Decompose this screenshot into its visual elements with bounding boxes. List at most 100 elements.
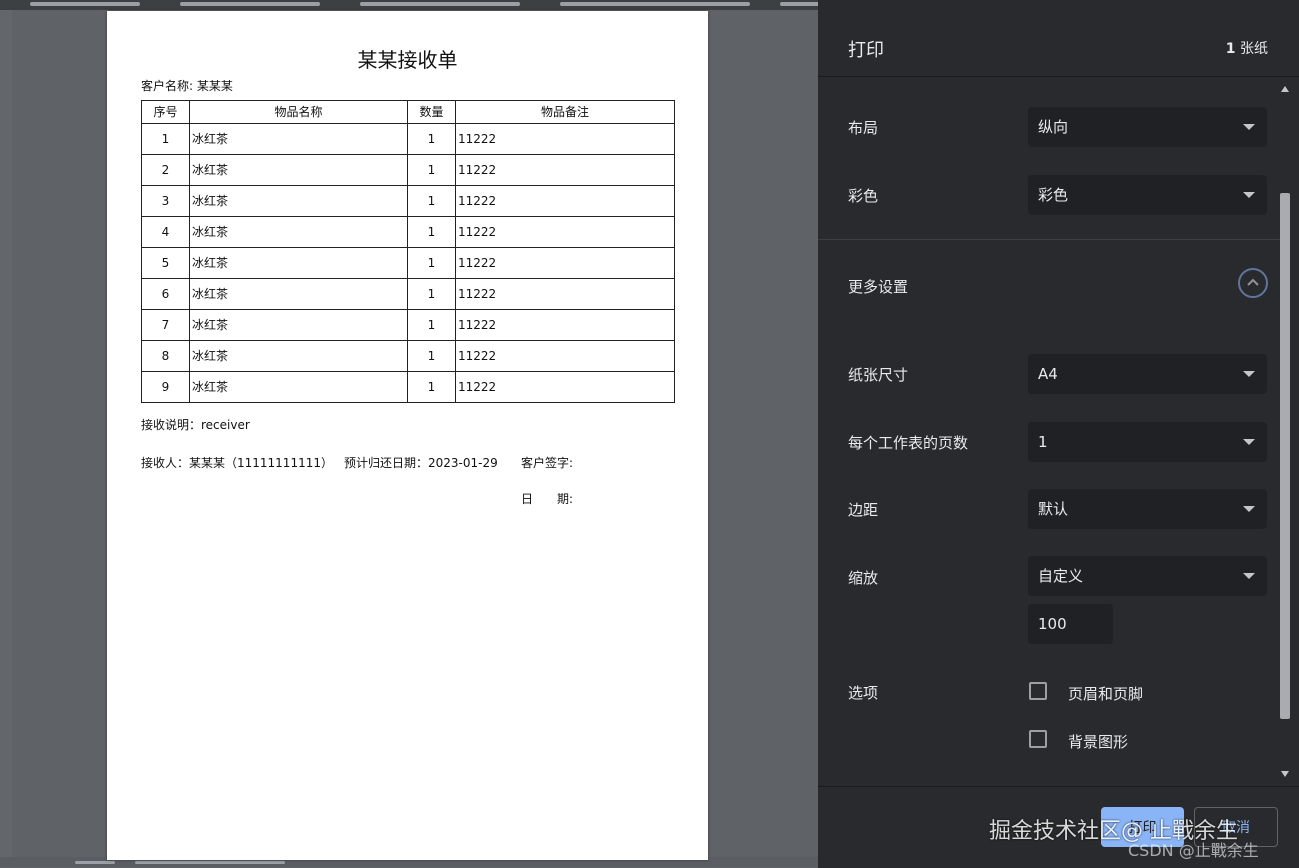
table-row: 5 冰红茶 1 11222 [141, 247, 675, 279]
table-row: 6 冰红茶 1 11222 [141, 278, 675, 310]
cell-item-name: 冰红茶 [189, 309, 408, 341]
dropdown-arrow-icon [1243, 192, 1255, 198]
table-row: 1 冰红茶 1 11222 [141, 123, 675, 155]
dropdown-arrow-icon [1243, 573, 1255, 579]
options-label: 选项 [848, 684, 879, 702]
cell-quantity: 1 [407, 340, 456, 372]
table-row: 4 冰红茶 1 11222 [141, 216, 675, 248]
paper-size-value: A4 [1038, 365, 1058, 383]
cell-index: 8 [141, 340, 190, 372]
cell-remark: 11222 [455, 278, 675, 310]
cell-item-name: 冰红茶 [189, 123, 408, 155]
pages-per-sheet-label: 每个工作表的页数 [848, 434, 969, 452]
dropdown-arrow-icon [1243, 506, 1255, 512]
scrollbar-thumb[interactable] [1280, 193, 1290, 719]
cell-index: 5 [141, 247, 190, 279]
dropdown-arrow-icon [1243, 371, 1255, 377]
more-settings-label[interactable]: 更多设置 [848, 276, 908, 297]
due-date: 预计归还日期：2023-01-29 [344, 456, 498, 470]
header-remark: 物品备注 [455, 100, 675, 124]
customer-signature-label: 客户签字: [521, 456, 574, 470]
scroll-down-arrow-icon[interactable] [1281, 771, 1289, 777]
cell-quantity: 1 [407, 309, 456, 341]
cell-item-name: 冰红茶 [189, 247, 408, 279]
cell-quantity: 1 [407, 247, 456, 279]
chevron-up-icon [1247, 278, 1259, 286]
table-header-row: 序号 物品名称 数量 物品备注 [141, 100, 675, 124]
layout-select[interactable]: 纵向 [1028, 107, 1267, 147]
background-graphics-checkbox[interactable] [1029, 730, 1047, 748]
cell-quantity: 1 [407, 216, 456, 248]
cell-quantity: 1 [407, 278, 456, 310]
cell-quantity: 1 [407, 185, 456, 217]
cell-index: 1 [141, 123, 190, 155]
scale-value: 自定义 [1038, 567, 1084, 585]
scale-select[interactable]: 自定义 [1028, 556, 1267, 596]
more-settings-toggle[interactable] [1238, 268, 1268, 298]
headers-footers-label[interactable]: 页眉和页脚 [1068, 683, 1143, 704]
customer-name: 客户名称: 某某某 [141, 79, 233, 93]
section-divider [818, 239, 1280, 240]
sheet-count-number: 1 [1225, 41, 1236, 57]
paper-size-select[interactable]: A4 [1028, 354, 1267, 394]
color-value: 彩色 [1038, 186, 1069, 204]
table-row: 9 冰红茶 1 11222 [141, 371, 675, 403]
settings-scrollbar[interactable] [1278, 80, 1292, 785]
table-row: 8 冰红茶 1 11222 [141, 340, 675, 372]
background-graphics-label[interactable]: 背景图形 [1068, 731, 1128, 752]
pages-per-sheet-value: 1 [1038, 433, 1048, 451]
headers-footers-checkbox[interactable] [1029, 682, 1047, 700]
table-row: 7 冰红茶 1 11222 [141, 309, 675, 341]
layout-label: 布局 [848, 119, 879, 137]
print-settings-panel: 打印 1 张纸 布局 纵向 彩色 彩色 更多设置 纸张尺寸 A4 每个工作表的页… [818, 0, 1299, 868]
color-select[interactable]: 彩色 [1028, 175, 1267, 215]
scroll-up-arrow-icon[interactable] [1281, 86, 1289, 92]
scale-input[interactable]: 100 [1028, 604, 1113, 644]
cell-index: 9 [141, 371, 190, 403]
cell-index: 6 [141, 278, 190, 310]
cell-quantity: 1 [407, 154, 456, 186]
cell-remark: 11222 [455, 340, 675, 372]
sheet-count: 1 张纸 [1226, 38, 1268, 58]
receive-note: 接收说明：receiver [141, 418, 250, 432]
layout-value: 纵向 [1038, 118, 1069, 136]
cell-index: 2 [141, 154, 190, 186]
cell-item-name: 冰红茶 [189, 340, 408, 372]
cell-item-name: 冰红茶 [189, 371, 408, 403]
cell-remark: 11222 [455, 123, 675, 155]
margins-label: 边距 [848, 501, 879, 519]
dropdown-arrow-icon [1243, 439, 1255, 445]
receiver-info: 接收人：某某某（11111111111） [141, 456, 333, 470]
pages-per-sheet-select[interactable]: 1 [1028, 422, 1267, 462]
margins-select[interactable]: 默认 [1028, 489, 1267, 529]
cell-remark: 11222 [455, 247, 675, 279]
cell-index: 7 [141, 309, 190, 341]
cell-remark: 11222 [455, 216, 675, 248]
paper-size-label: 纸张尺寸 [848, 366, 909, 384]
cell-index: 4 [141, 216, 190, 248]
cell-item-name: 冰红茶 [189, 185, 408, 217]
cell-index: 3 [141, 185, 190, 217]
preview-left-edge [0, 10, 12, 867]
header-quantity: 数量 [407, 100, 456, 124]
print-preview-page: 某某接收单 客户名称: 某某某 序号 物品名称 数量 物品备注 1 冰红茶 1 … [107, 11, 708, 860]
panel-header: 打印 1 张纸 [818, 10, 1299, 77]
cell-remark: 11222 [455, 185, 675, 217]
cell-item-name: 冰红茶 [189, 154, 408, 186]
date-label: 日 期: [521, 492, 574, 506]
scale-label: 缩放 [848, 569, 879, 587]
header-index: 序号 [141, 100, 190, 124]
sheet-count-unit: 张纸 [1240, 41, 1268, 57]
cell-remark: 11222 [455, 309, 675, 341]
cell-remark: 11222 [455, 371, 675, 403]
watermark-subtext: CSDN @止戰余生 [1128, 841, 1259, 860]
items-table: 序号 物品名称 数量 物品备注 1 冰红茶 1 11222 2 冰红茶 1 11… [141, 100, 675, 403]
margins-value: 默认 [1038, 500, 1069, 518]
cell-item-name: 冰红茶 [189, 278, 408, 310]
cell-quantity: 1 [407, 371, 456, 403]
panel-title: 打印 [848, 40, 884, 61]
table-row: 3 冰红茶 1 11222 [141, 185, 675, 217]
dropdown-arrow-icon [1243, 124, 1255, 130]
cell-quantity: 1 [407, 123, 456, 155]
header-item-name: 物品名称 [189, 100, 408, 124]
